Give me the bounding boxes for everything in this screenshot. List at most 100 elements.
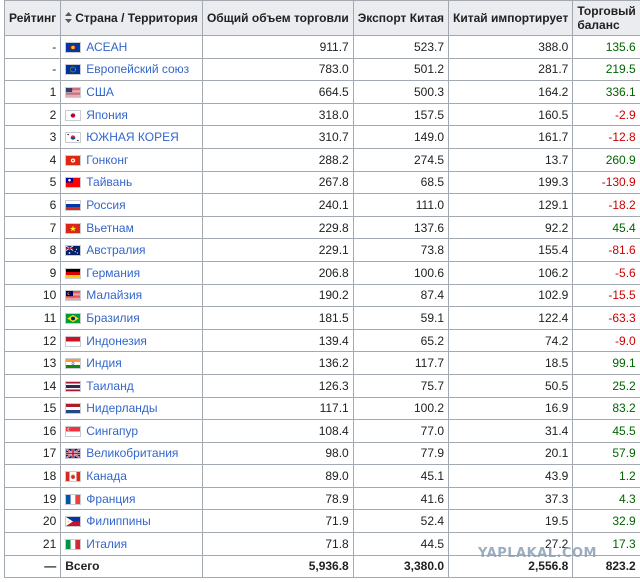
- sort-header-import[interactable]: Китай импортирует: [448, 0, 574, 36]
- country-link[interactable]: Малайзия: [86, 288, 142, 302]
- country-cell: Россия: [60, 193, 203, 217]
- balance-cell: -15.5: [572, 283, 640, 308]
- country-cell: США: [60, 80, 203, 104]
- country-link[interactable]: Гонконг: [86, 153, 128, 167]
- country-cell: Бразилия: [60, 306, 203, 330]
- country-link[interactable]: Нидерланды: [86, 401, 157, 415]
- rank-cell: 12: [3, 328, 62, 353]
- header-export-label: Экспорт Китая: [357, 11, 445, 25]
- header-balance-label-2: баланс: [577, 18, 620, 32]
- country-cell: Таиланд: [60, 373, 203, 398]
- country-link[interactable]: Вьетнам: [86, 221, 134, 235]
- country-link[interactable]: Европейский союз: [86, 62, 189, 76]
- country-cell: Великобритания: [60, 441, 203, 466]
- table-row: 7 Вьетнам 229.8 137.6 92.2 45.4: [3, 215, 640, 240]
- total-trade-cell: 229.8: [201, 215, 354, 240]
- country-link[interactable]: Франция: [86, 492, 135, 506]
- total-trade-cell: 206.8: [201, 260, 354, 285]
- total-trade-cell: 108.4: [201, 419, 354, 443]
- table-row: 8 Австралия 229.1 73.8 155.4 -81.6: [3, 238, 640, 262]
- import-cell: 13.7: [448, 147, 574, 172]
- uk-flag-icon: [65, 448, 82, 460]
- import-cell: 164.2: [448, 80, 574, 104]
- sort-header-export[interactable]: Экспорт Китая: [352, 0, 450, 36]
- total-trade-cell: 117.1: [201, 396, 354, 421]
- table-row: 12 Индонезия 139.4 65.2 74.2 -9.0: [3, 328, 640, 353]
- total-trade-cell: 267.8: [201, 170, 354, 195]
- balance-cell: 260.9: [572, 147, 640, 172]
- germany-flag-icon: [65, 267, 82, 279]
- country-link[interactable]: Индия: [86, 356, 121, 370]
- total-trade-cell: 98.0: [201, 441, 354, 466]
- total-trade-cell: 71.9: [201, 509, 354, 534]
- sort-header-country[interactable]: Страна / Территория: [60, 0, 203, 36]
- country-link[interactable]: Канада: [86, 469, 127, 483]
- country-link[interactable]: Австралия: [86, 243, 145, 257]
- balance-cell: 45.5: [572, 419, 640, 443]
- total-trade-cell: 240.1: [201, 193, 354, 217]
- sort-header-rank[interactable]: Рейтинг: [3, 0, 62, 36]
- total-trade-cell: 911.7: [201, 35, 354, 59]
- rank-cell: 15: [3, 396, 62, 421]
- table-body: - АСЕАН 911.7 523.7 388.0 135.6 - Европейский с…: [3, 35, 640, 579]
- totals-label-cell: Всего: [60, 554, 203, 579]
- country-cell: Нидерланды: [60, 396, 203, 421]
- table-row: 4 Гонконг 288.2 274.5 13.7 260.9: [3, 147, 640, 172]
- country-link[interactable]: Таиланд: [86, 379, 133, 393]
- total-trade-cell: 229.1: [201, 238, 354, 262]
- sort-header-total[interactable]: Общий объем торговли: [201, 0, 354, 36]
- netherlands-flag-icon: [65, 403, 82, 415]
- export-cell: 45.1: [352, 464, 450, 488]
- header-rank-label: Рейтинг: [9, 11, 57, 25]
- rank-cell: 7: [3, 215, 62, 240]
- indonesia-flag-icon: [65, 335, 82, 347]
- country-link[interactable]: Индонезия: [86, 334, 147, 348]
- total-trade-cell: 78.9: [201, 486, 354, 511]
- country-cell: Сингапур: [60, 419, 203, 443]
- sort-header-balance[interactable]: Торговый баланс: [572, 0, 640, 36]
- country-cell: Германия: [60, 260, 203, 285]
- table-row: - АСЕАН 911.7 523.7 388.0 135.6: [3, 35, 640, 59]
- balance-cell: -9.0: [572, 328, 640, 353]
- country-cell: Канада: [60, 464, 203, 488]
- rank-cell: 11: [3, 306, 62, 330]
- balance-cell: 57.9: [572, 441, 640, 466]
- rank-cell: 19: [3, 486, 62, 511]
- country-link[interactable]: Бразилия: [86, 311, 140, 325]
- table-row: 15 Нидерланды 117.1 100.2 16.9 83.2: [3, 396, 640, 421]
- malaysia-flag-icon: [65, 290, 82, 302]
- rank-cell: 16: [3, 419, 62, 443]
- country-link[interactable]: Тайвань: [86, 175, 132, 189]
- country-link[interactable]: Россия: [86, 198, 125, 212]
- header-balance-label-1: Торговый: [577, 4, 636, 18]
- import-cell: 18.5: [448, 351, 574, 375]
- export-cell: 137.6: [352, 215, 450, 240]
- south-korea-flag-icon: [65, 132, 82, 144]
- rank-cell: 3: [3, 125, 62, 149]
- country-link[interactable]: Великобритания: [86, 446, 178, 460]
- trade-table: Рейтинг Страна / Территория Общий объем …: [3, 0, 640, 579]
- russia-flag-icon: [65, 199, 82, 211]
- import-cell: 92.2: [448, 215, 574, 240]
- country-link[interactable]: Япония: [86, 108, 128, 122]
- country-link[interactable]: Филиппины: [86, 514, 150, 528]
- balance-cell: 135.6: [572, 35, 640, 59]
- header-import-label: Китай импортирует: [453, 11, 569, 25]
- balance-cell: 83.2: [572, 396, 640, 421]
- country-link[interactable]: Италия: [86, 537, 127, 551]
- import-cell: 281.7: [448, 57, 574, 82]
- country-cell: АСЕАН: [60, 35, 203, 59]
- country-link[interactable]: АСЕАН: [86, 40, 127, 54]
- import-cell: 50.5: [448, 373, 574, 398]
- thailand-flag-icon: [65, 380, 82, 392]
- country-link[interactable]: ЮЖНАЯ КОРЕЯ: [86, 130, 178, 144]
- country-link[interactable]: Германия: [86, 266, 140, 280]
- rank-cell: 9: [3, 260, 62, 285]
- total-trade-cell: 136.2: [201, 351, 354, 375]
- total-trade-cell: 181.5: [201, 306, 354, 330]
- import-cell: 102.9: [448, 283, 574, 308]
- country-cell: Малайзия: [60, 283, 203, 308]
- country-link[interactable]: Сингапур: [86, 424, 138, 438]
- country-link[interactable]: США: [86, 85, 114, 99]
- australia-flag-icon: [65, 245, 82, 257]
